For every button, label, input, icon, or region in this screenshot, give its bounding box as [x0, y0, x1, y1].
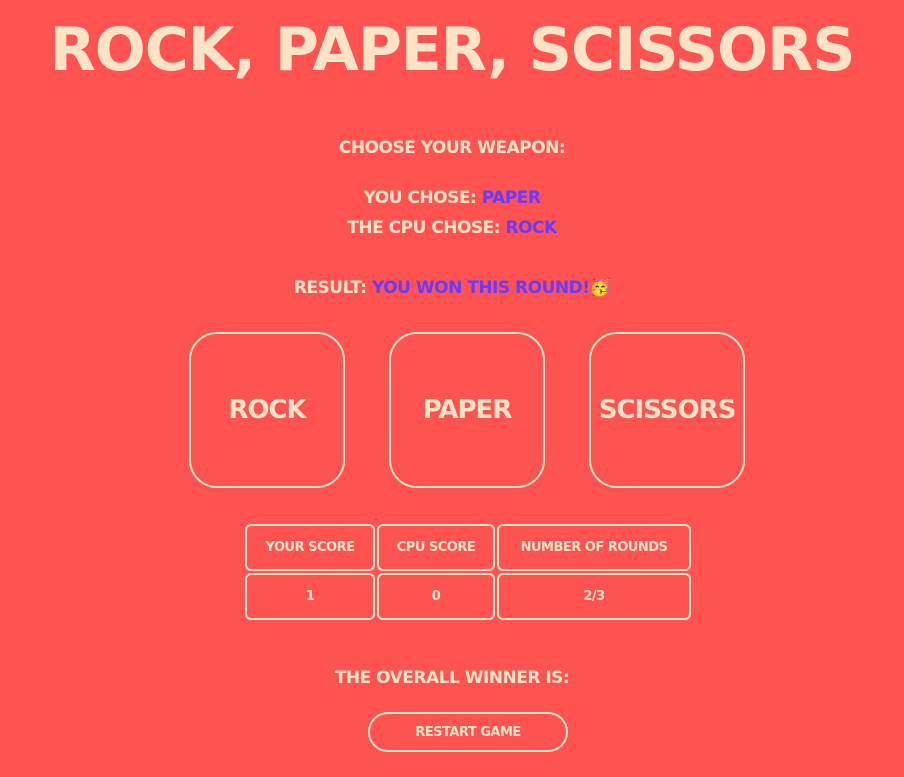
player-choice-label: YOU CHOSE: [363, 188, 477, 208]
your-score-header: YOUR SCORE [245, 524, 375, 571]
cpu-choice-value: ROCK [505, 218, 558, 238]
cpu-choice-label: THE CPU CHOSE: [347, 218, 501, 238]
result-line: RESULT: YOU WON THIS ROUND!🥳 [0, 277, 904, 299]
cpu-score-header: CPU SCORE [377, 524, 495, 571]
restart-game-button[interactable]: RESTART GAME [368, 712, 568, 752]
your-score-value: 1 [245, 573, 375, 620]
cpu-choice-line: THE CPU CHOSE: ROCK [0, 217, 904, 239]
party-face-icon: 🥳 [589, 278, 611, 298]
choose-weapon-prompt: CHOOSE YOUR WEAPON: [338, 138, 566, 158]
player-choice-value: PAPER [481, 188, 541, 208]
overall-winner-label: THE OVERALL WINNER IS: [334, 668, 570, 688]
page-title: ROCK, PAPER, SCISSORS [49, 15, 856, 85]
scissors-button[interactable]: SCISSORS [589, 332, 745, 488]
rounds-value: 2/3 [497, 573, 691, 620]
result-value: YOU WON THIS ROUND! [372, 278, 590, 298]
player-choice-line: YOU CHOSE: PAPER [0, 187, 904, 209]
rock-button[interactable]: ROCK [189, 332, 345, 488]
paper-button[interactable]: PAPER [389, 332, 545, 488]
result-label: RESULT: [293, 278, 367, 298]
cpu-score-value: 0 [377, 573, 495, 620]
rounds-header: NUMBER OF ROUNDS [497, 524, 691, 571]
